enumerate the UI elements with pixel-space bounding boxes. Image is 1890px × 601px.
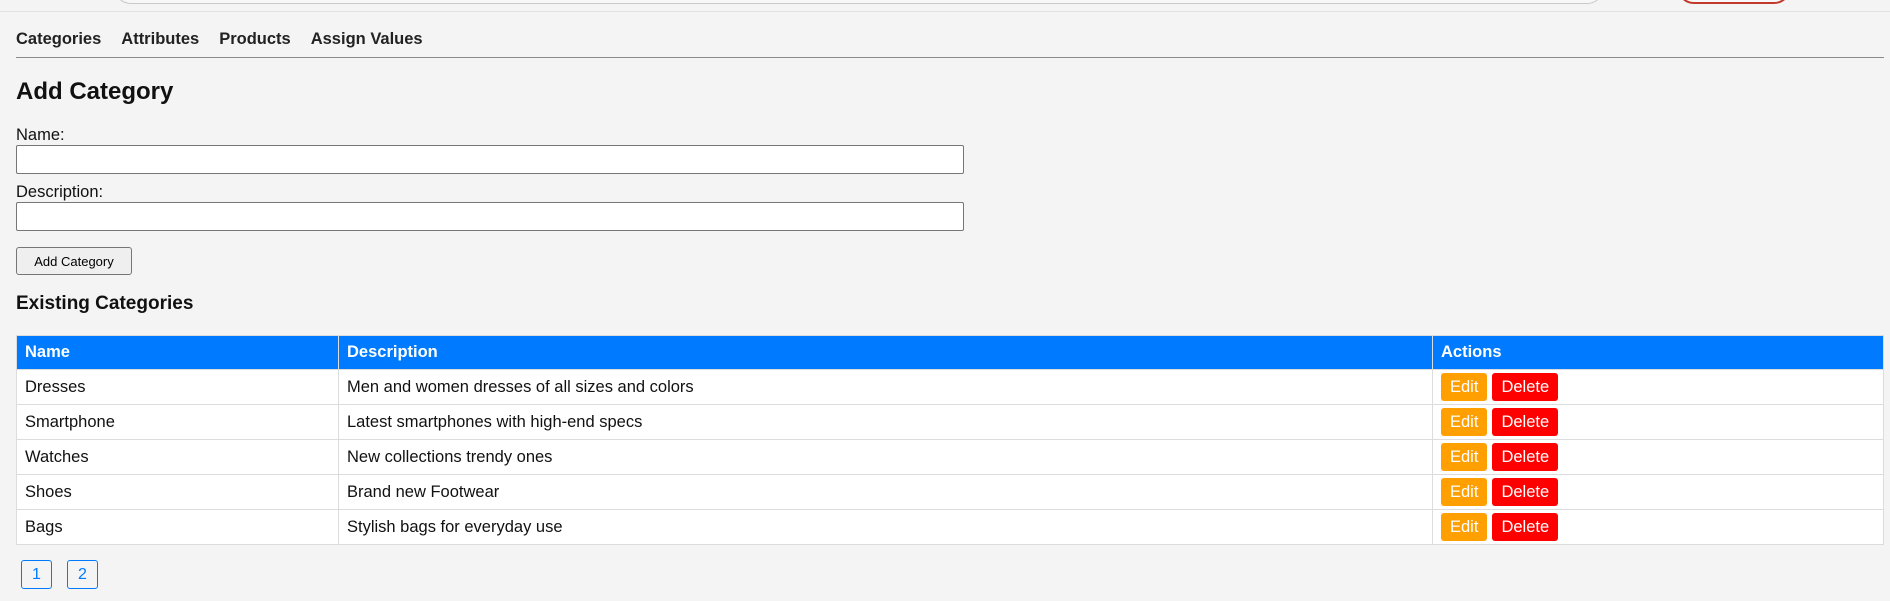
row-actions: Edit Delete <box>1432 369 1884 405</box>
table-row: Dresses Men and women dresses of all siz… <box>16 369 1884 405</box>
category-name: Dresses <box>16 369 339 405</box>
table-row: Smartphone Latest smartphones with high-… <box>16 404 1884 440</box>
category-name: Shoes <box>16 474 339 510</box>
category-description: Men and women dresses of all sizes and c… <box>338 369 1433 405</box>
delete-button[interactable]: Delete <box>1492 373 1559 401</box>
edit-button[interactable]: Edit <box>1441 408 1488 436</box>
edit-button[interactable]: Edit <box>1441 443 1488 471</box>
description-input[interactable] <box>16 202 964 231</box>
delete-button[interactable]: Delete <box>1492 443 1559 471</box>
add-category-button[interactable]: Add Category <box>16 247 132 275</box>
edit-button[interactable]: Edit <box>1441 373 1488 401</box>
edit-button[interactable]: Edit <box>1441 478 1488 506</box>
edit-button[interactable]: Edit <box>1441 513 1488 541</box>
name-label: Name: <box>16 126 65 144</box>
column-header-actions: Actions <box>1432 335 1884 370</box>
existing-categories-title: Existing Categories <box>16 293 194 314</box>
delete-button[interactable]: Delete <box>1492 513 1559 541</box>
table-row: Watches New collections trendy ones Edit… <box>16 439 1884 475</box>
category-name: Watches <box>16 439 339 475</box>
pagination: 1 2 <box>21 560 98 589</box>
row-actions: Edit Delete <box>1432 474 1884 510</box>
category-description: Brand new Footwear <box>338 474 1433 510</box>
browser-top-strip <box>0 0 1890 12</box>
page-button-2[interactable]: 2 <box>67 560 98 589</box>
table-header-row: Name Description Actions <box>16 335 1884 370</box>
column-header-description: Description <box>338 335 1433 370</box>
row-actions: Edit Delete <box>1432 404 1884 440</box>
row-actions: Edit Delete <box>1432 439 1884 475</box>
nav-item-assign-values[interactable]: Assign Values <box>311 28 423 57</box>
nav-item-categories[interactable]: Categories <box>16 28 101 57</box>
table-row: Bags Stylish bags for everyday use Edit D… <box>16 509 1884 545</box>
delete-button[interactable]: Delete <box>1492 408 1559 436</box>
category-name: Bags <box>16 509 339 545</box>
category-description: Stylish bags for everyday use <box>338 509 1433 545</box>
category-description: Latest smartphones with high-end specs <box>338 404 1433 440</box>
categories-table: Name Description Actions Dresses Men and… <box>16 335 1884 545</box>
category-description: New collections trendy ones <box>338 439 1433 475</box>
page-title: Add Category <box>16 78 174 105</box>
column-header-name: Name <box>16 335 339 370</box>
top-action-button[interactable] <box>1677 0 1791 4</box>
nav-item-products[interactable]: Products <box>219 28 291 57</box>
row-actions: Edit Delete <box>1432 509 1884 545</box>
name-input[interactable] <box>16 145 964 174</box>
main-nav: Categories Attributes Products Assign Va… <box>16 28 1884 58</box>
nav-item-attributes[interactable]: Attributes <box>121 28 199 57</box>
description-label: Description: <box>16 183 104 201</box>
top-search-bar[interactable] <box>114 0 1604 4</box>
category-name: Smartphone <box>16 404 339 440</box>
page-button-1[interactable]: 1 <box>21 560 52 589</box>
table-row: Shoes Brand new Footwear Edit Delete <box>16 474 1884 510</box>
delete-button[interactable]: Delete <box>1492 478 1559 506</box>
